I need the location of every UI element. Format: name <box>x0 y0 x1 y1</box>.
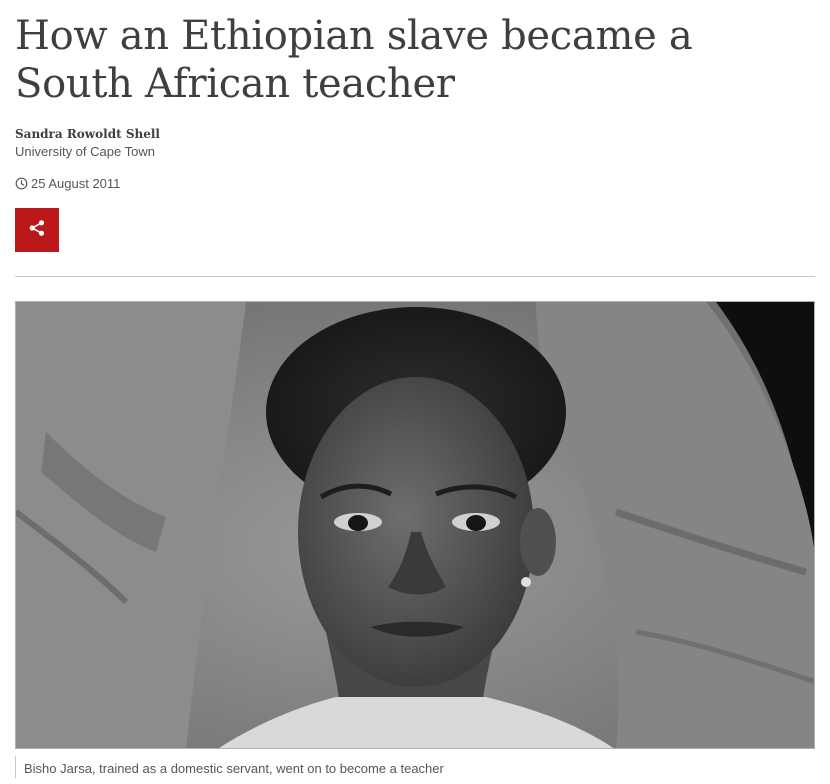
article-photo <box>15 301 815 749</box>
author-affiliation: University of Cape Town <box>15 144 155 159</box>
caption-rule <box>15 756 16 778</box>
clock-icon <box>15 177 28 190</box>
share-button[interactable] <box>15 208 59 252</box>
portrait-photo-illustration <box>16 302 814 748</box>
publish-date-text: 25 August 2011 <box>31 176 121 191</box>
share-icon <box>28 219 46 242</box>
header-divider <box>15 276 815 277</box>
author-name: Sandra Rowoldt Shell <box>15 127 160 141</box>
article-headline: How an Ethiopian slave became a South Af… <box>15 13 693 107</box>
publish-date: 25 August 2011 <box>15 176 120 191</box>
image-caption: Bisho Jarsa, trained as a domestic serva… <box>24 761 444 776</box>
